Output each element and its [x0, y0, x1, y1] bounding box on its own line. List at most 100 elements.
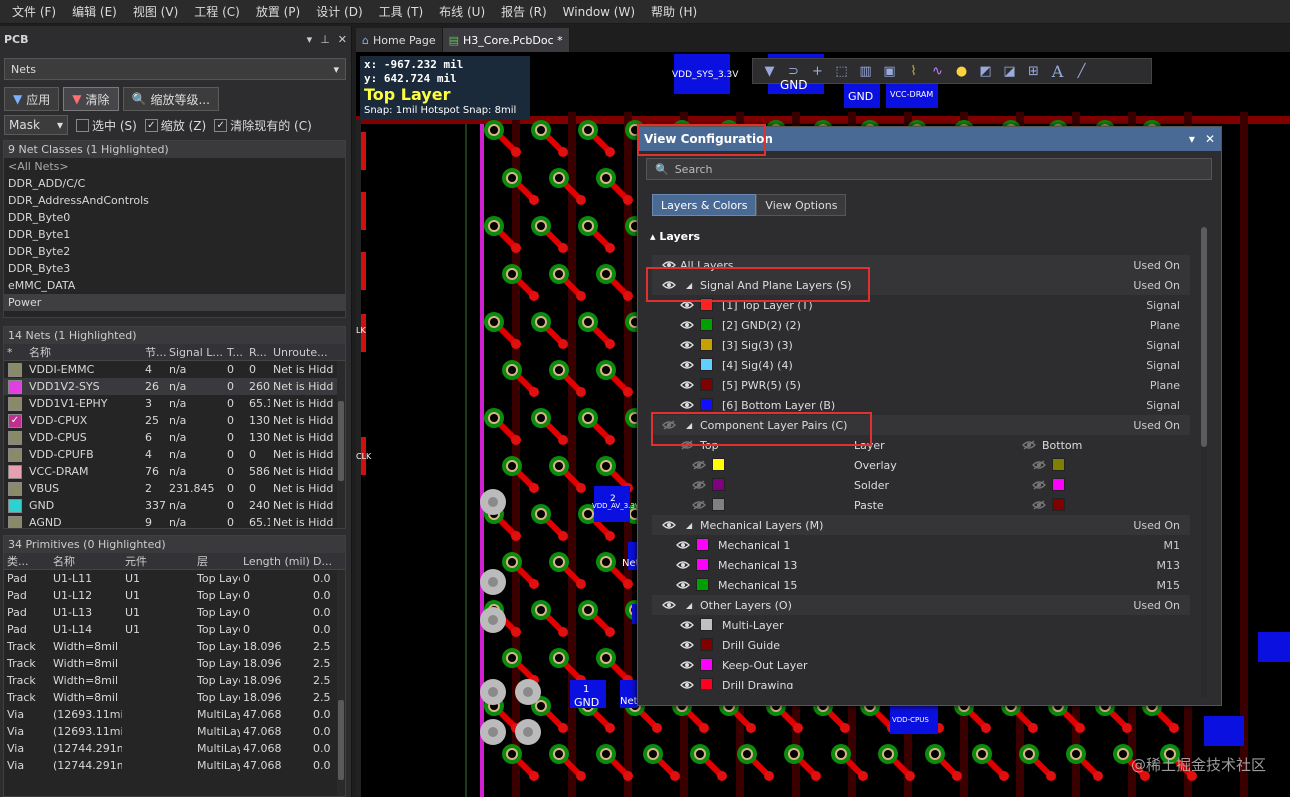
net-row[interactable]: VDD-CPUFB 4 n/a 0 0 Net is Hidd — [4, 446, 345, 463]
layer-color-swatch[interactable] — [696, 558, 709, 571]
component-pair-row[interactable]: Overlay — [652, 455, 1190, 475]
column-header[interactable]: 层 — [194, 553, 240, 569]
component-pair-row[interactable]: Paste — [652, 495, 1190, 515]
layer-color-swatch[interactable] — [696, 538, 709, 551]
expand-icon[interactable]: ◢ — [686, 421, 692, 430]
net-class-item[interactable]: DDR_Byte3 — [4, 260, 345, 277]
panel-menu-icon[interactable]: ▾ — [307, 33, 313, 46]
net-row[interactable]: AGND 9 n/a 0 65.1Net is Hidd — [4, 514, 345, 528]
eye-icon[interactable] — [680, 360, 694, 370]
layer-color-swatch[interactable] — [700, 358, 713, 371]
menu-item[interactable]: 工程 (C) — [186, 3, 248, 20]
net-color-swatch[interactable] — [8, 447, 22, 462]
layer-color-swatch[interactable] — [700, 378, 713, 391]
lightbulb-icon[interactable]: ● — [951, 61, 972, 81]
tab-view-options[interactable]: View Options — [756, 194, 847, 216]
top-color-swatch[interactable] — [712, 498, 725, 511]
eye-icon[interactable] — [692, 500, 706, 510]
column-header[interactable]: Unroute... — [270, 346, 340, 359]
primitive-row[interactable]: Via (12693.11mil,8 MultiLayer47.068 0.0 — [4, 706, 345, 723]
eye-icon[interactable] — [1032, 500, 1046, 510]
menu-item[interactable]: 帮助 (H) — [643, 3, 705, 20]
menu-item[interactable]: 文件 (F) — [4, 3, 64, 20]
net-color-swatch[interactable] — [8, 498, 22, 513]
column-header[interactable]: * — [4, 346, 26, 359]
layer-color-swatch[interactable] — [700, 398, 713, 411]
select-checkbox[interactable]: 选中 (S) — [76, 117, 137, 134]
net-color-swatch[interactable] — [8, 481, 22, 496]
top-color-swatch[interactable] — [712, 458, 725, 471]
net-class-item[interactable]: DDR_Byte0 — [4, 209, 345, 226]
eye-icon[interactable] — [680, 320, 694, 330]
layer-color-swatch[interactable] — [700, 298, 713, 311]
layer-row[interactable]: Drill Drawing — [652, 675, 1190, 689]
mask-select[interactable]: Mask ▾ — [4, 115, 68, 135]
eye-icon[interactable] — [1032, 480, 1046, 490]
primitive-row[interactable]: Pad U1-L11 U1 Top Layer0 0.0 — [4, 570, 345, 587]
region-icon[interactable]: ◪ — [999, 61, 1020, 81]
tab-pcb-document[interactable]: ▤ H3_Core.PcbDoc * — [442, 28, 570, 52]
bottom-color-swatch[interactable] — [1052, 498, 1065, 511]
menu-item[interactable]: 设计 (D) — [308, 3, 370, 20]
menu-item[interactable]: 工具 (T) — [371, 3, 432, 20]
eye-icon[interactable] — [662, 260, 676, 270]
eye-icon[interactable] — [662, 420, 676, 430]
eye-icon[interactable] — [676, 580, 690, 590]
eye-icon[interactable] — [1022, 440, 1036, 450]
group-signal-plane[interactable]: ◢ Signal And Plane Layers (S) Used On — [652, 275, 1190, 295]
panel-mode-select[interactable]: Nets ▾ — [4, 58, 346, 80]
eye-icon[interactable] — [676, 560, 690, 570]
filter-icon[interactable]: ▼ — [759, 61, 780, 81]
nets-scrollbar[interactable] — [337, 361, 345, 528]
column-header[interactable]: D... — [310, 555, 336, 568]
primitive-row[interactable]: Track Width=8mil (Top Layer18.096 2.5 — [4, 672, 345, 689]
layer-color-swatch[interactable] — [700, 338, 713, 351]
net-row[interactable]: VDD-CPUS 6 n/a 0 130 Net is Hidd — [4, 429, 345, 446]
layer-row[interactable]: [3] Sig(3) (3) Signal — [652, 335, 1190, 355]
panel-menu-icon[interactable]: ▾ — [1189, 132, 1195, 146]
net-row[interactable]: ✓ VDD-CPUX 25 n/a 0 130 Net is Hidd — [4, 412, 345, 429]
layer-color-swatch[interactable] — [700, 618, 713, 631]
net-class-item[interactable]: eMMC_DATA — [4, 277, 345, 294]
bottom-color-swatch[interactable] — [1052, 458, 1065, 471]
zoom-checkbox[interactable]: ✓ 缩放 (Z) — [144, 117, 206, 134]
component-pair-row[interactable]: Solder — [652, 475, 1190, 495]
primitive-row[interactable]: Pad U1-L13 U1 Top Layer0 0.0 — [4, 604, 345, 621]
column-header[interactable]: 名称 — [50, 553, 122, 569]
primitive-row[interactable]: Pad U1-L12 U1 Top Layer0 0.0 — [4, 587, 345, 604]
column-header[interactable]: Signal L... — [166, 346, 224, 359]
line-icon[interactable]: ╱ — [1071, 61, 1092, 81]
eye-icon[interactable] — [680, 440, 694, 450]
eye-icon[interactable] — [680, 640, 694, 650]
eye-icon[interactable] — [692, 480, 706, 490]
eye-icon[interactable] — [680, 340, 694, 350]
eye-icon[interactable] — [680, 400, 694, 410]
eye-icon[interactable] — [680, 300, 694, 310]
eye-icon[interactable] — [680, 680, 694, 689]
net-color-swatch[interactable] — [8, 396, 22, 411]
column-header[interactable]: 类... — [4, 553, 50, 569]
menu-item[interactable]: Window (W) — [555, 5, 643, 19]
layer-row[interactable]: Keep-Out Layer — [652, 655, 1190, 675]
menu-item[interactable]: 报告 (R) — [493, 3, 555, 20]
eye-icon[interactable] — [680, 660, 694, 670]
column-header[interactable]: 元件 — [122, 553, 194, 569]
column-header[interactable]: R... — [246, 346, 270, 359]
pin-icon[interactable]: ⊥ — [320, 33, 330, 46]
net-class-item[interactable]: DDR_AddressAndControls — [4, 192, 345, 209]
eye-icon[interactable] — [680, 380, 694, 390]
menu-item[interactable]: 视图 (V) — [125, 3, 186, 20]
group-component-pairs[interactable]: ◢ Component Layer Pairs (C) Used On — [652, 415, 1190, 435]
layer-row[interactable]: [2] GND(2) (2) Plane — [652, 315, 1190, 335]
layer-row[interactable]: [5] PWR(5) (5) Plane — [652, 375, 1190, 395]
net-color-swatch[interactable] — [8, 430, 22, 445]
layer-color-swatch[interactable] — [700, 658, 713, 671]
primitive-row[interactable]: Track Width=8mil (Top Layer18.096 2.5 — [4, 689, 345, 706]
add-icon[interactable]: + — [807, 61, 828, 81]
menu-item[interactable]: 放置 (P) — [248, 3, 308, 20]
select-rect-icon[interactable]: ⬚ — [831, 61, 852, 81]
column-header[interactable]: Length (mil) — [240, 555, 310, 568]
eye-icon[interactable] — [662, 600, 676, 610]
layer-color-swatch[interactable] — [700, 678, 713, 689]
tab-home-page[interactable]: ⌂ Home Page — [356, 28, 443, 52]
